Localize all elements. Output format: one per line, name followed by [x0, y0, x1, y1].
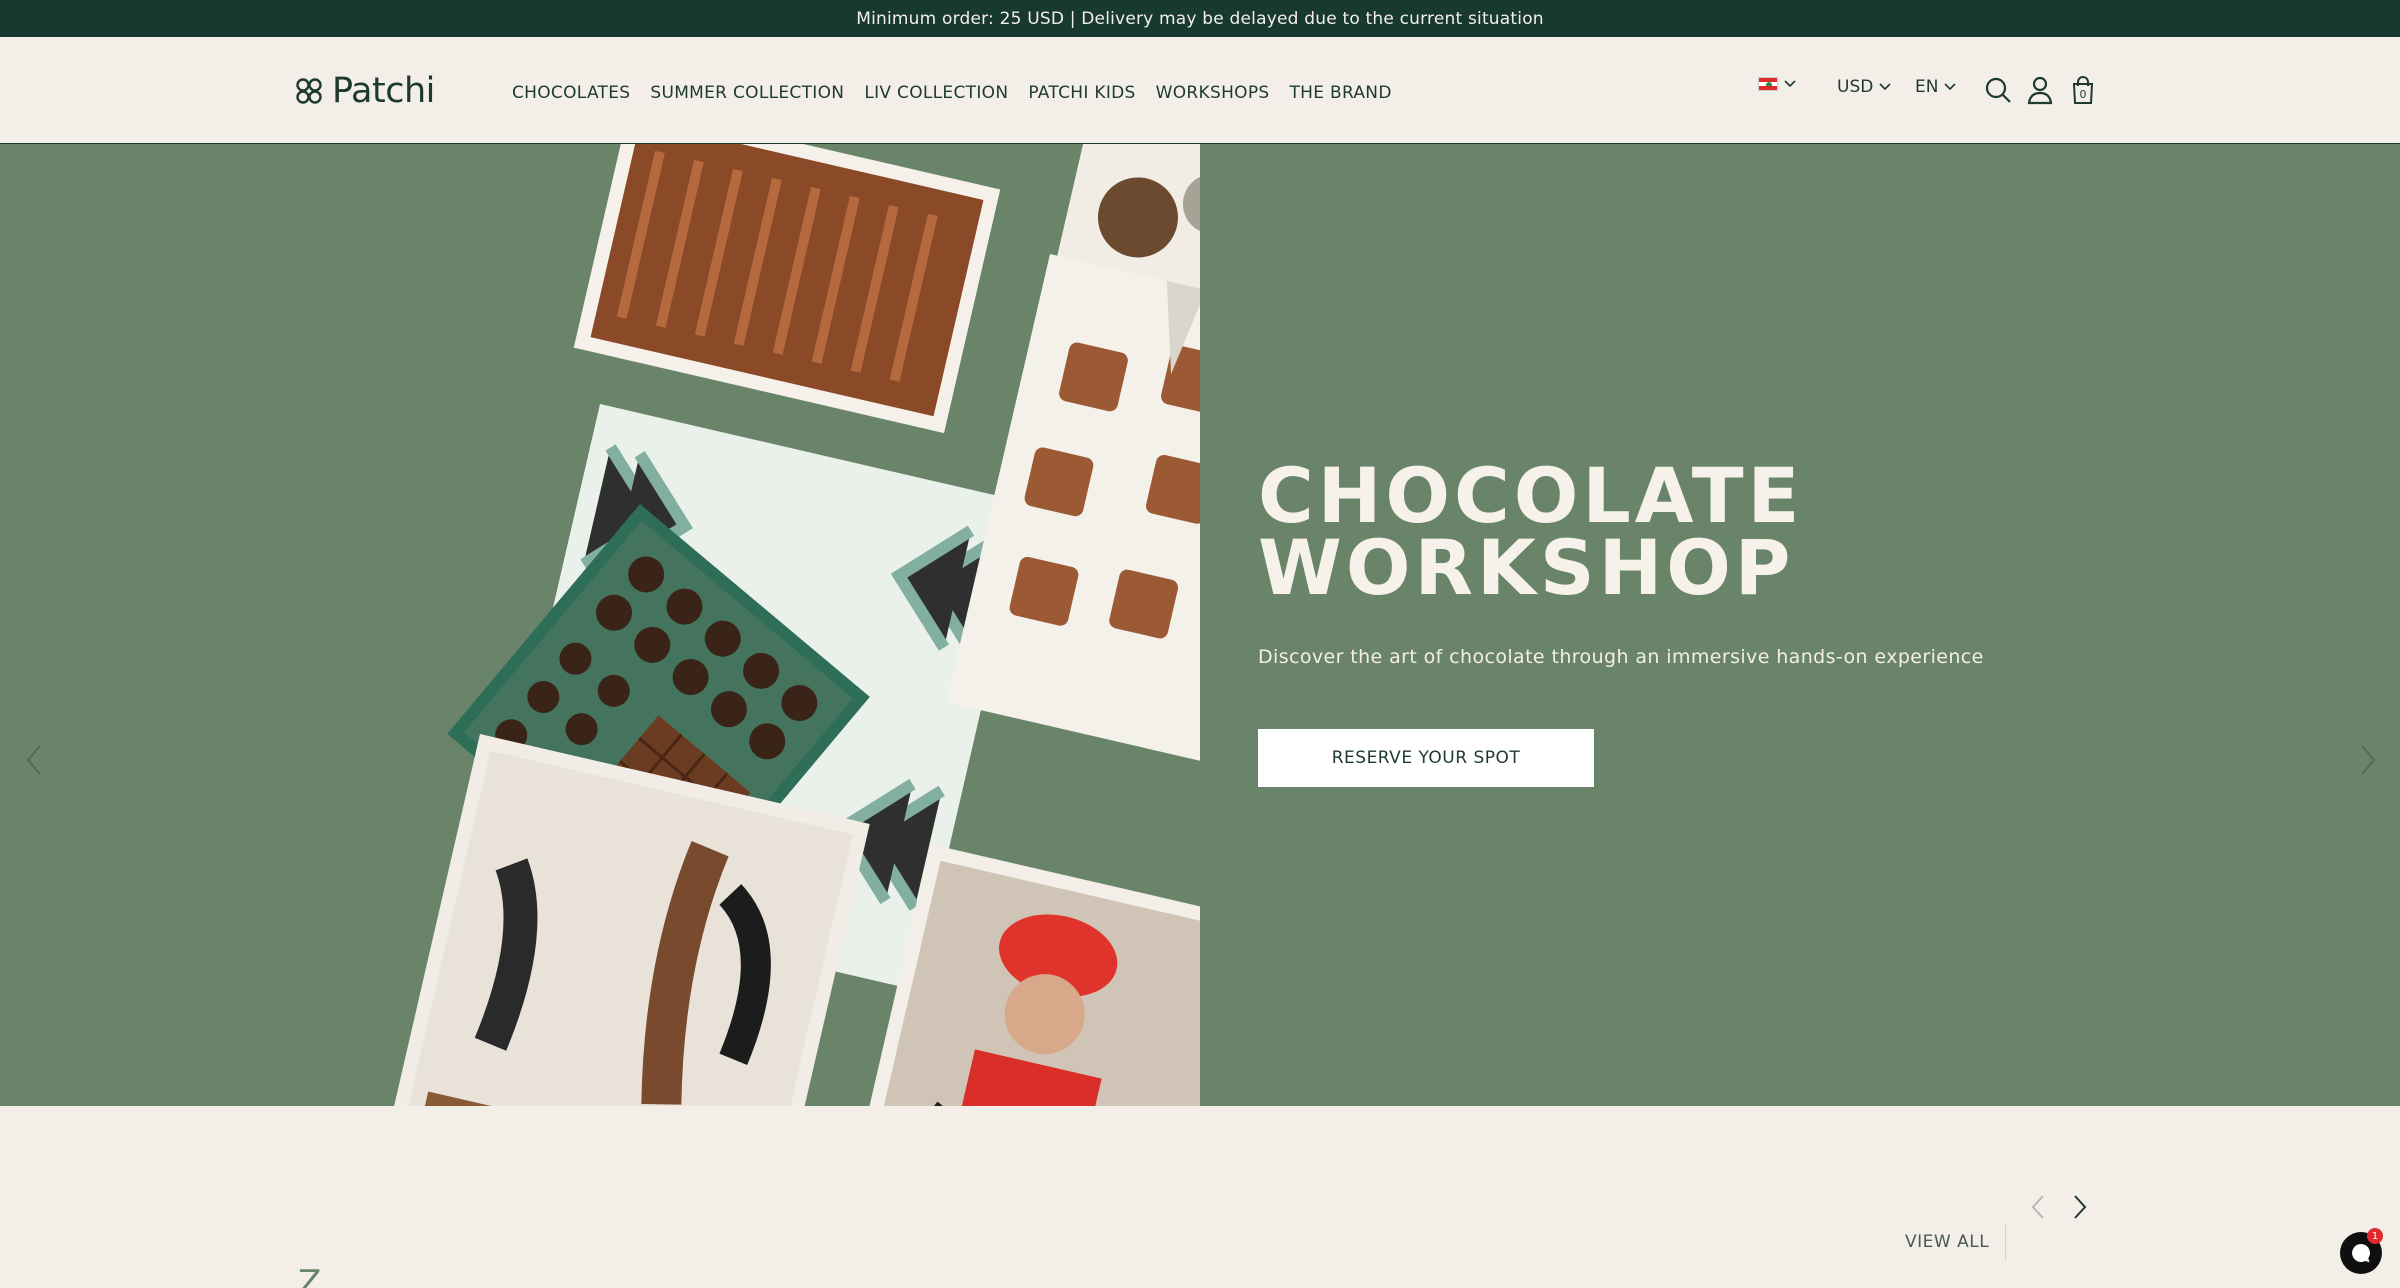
- language-selector[interactable]: EN: [1915, 77, 1957, 97]
- nav-item-patchi-kids[interactable]: PATCHI KIDS: [1028, 83, 1135, 103]
- nav-item-the-brand[interactable]: THE BRAND: [1289, 83, 1391, 103]
- hero-next-arrow-icon[interactable]: [2358, 744, 2378, 776]
- main-nav: CHOCOLATES SUMMER COLLECTION LIV COLLECT…: [512, 83, 1412, 103]
- brand-logo[interactable]: Patchi: [294, 71, 435, 111]
- site-header: Patchi CHOCOLATES SUMMER COLLECTION LIV …: [0, 37, 2400, 144]
- language-label: EN: [1915, 77, 1939, 97]
- announcement-text: Minimum order: 25 USD | Delivery may be …: [856, 8, 1544, 29]
- currency-label: USD: [1837, 77, 1874, 97]
- chat-badge: 1: [2367, 1228, 2383, 1244]
- hero-image-collage: [0, 144, 1200, 1106]
- chevron-down-icon: [1879, 83, 1891, 91]
- hero-banner: CHOCOLATE WORKSHOP Discover the art of c…: [0, 144, 2400, 1106]
- nav-item-workshops[interactable]: WORKSHOPS: [1156, 83, 1270, 103]
- country-selector[interactable]: [1758, 77, 1796, 91]
- clover-logo-icon: [296, 78, 322, 104]
- workshop-collage-image: [0, 144, 1200, 1106]
- chat-bubble-icon: [2352, 1244, 2370, 1263]
- hero-prev-arrow-icon[interactable]: [24, 744, 44, 776]
- search-icon[interactable]: [1983, 75, 2013, 105]
- cart-count: 0: [2079, 88, 2087, 101]
- currency-selector[interactable]: USD: [1837, 77, 1891, 97]
- account-icon[interactable]: [2025, 75, 2055, 105]
- announcement-bar: Minimum order: 25 USD | Delivery may be …: [0, 0, 2400, 37]
- carousel-next-arrow-icon[interactable]: [2070, 1194, 2090, 1220]
- reserve-spot-button[interactable]: RESERVE YOUR SPOT: [1258, 729, 1594, 787]
- view-all-link[interactable]: VIEW ALL: [1905, 1232, 1989, 1252]
- nav-item-summer-collection[interactable]: SUMMER COLLECTION: [650, 83, 844, 103]
- lebanon-flag-icon: [1758, 77, 1778, 91]
- chevron-down-icon: [1784, 80, 1796, 88]
- cart-button[interactable]: 0: [2068, 75, 2098, 105]
- carousel-prev-arrow-icon[interactable]: [2028, 1194, 2048, 1220]
- nav-item-chocolates[interactable]: CHOCOLATES: [512, 83, 630, 103]
- hero-title: CHOCOLATE WORKSHOP: [1258, 458, 1803, 606]
- chevron-down-icon: [1944, 83, 1957, 91]
- hero-title-line2: WORKSHOP: [1258, 523, 1795, 612]
- nav-item-liv-collection[interactable]: LIV COLLECTION: [864, 83, 1008, 103]
- hero-subtitle: Discover the art of chocolate through an…: [1258, 646, 1984, 668]
- brand-name: Patchi: [332, 71, 435, 111]
- section-title-partial: Z: [298, 1263, 322, 1288]
- divider: [2005, 1224, 2006, 1260]
